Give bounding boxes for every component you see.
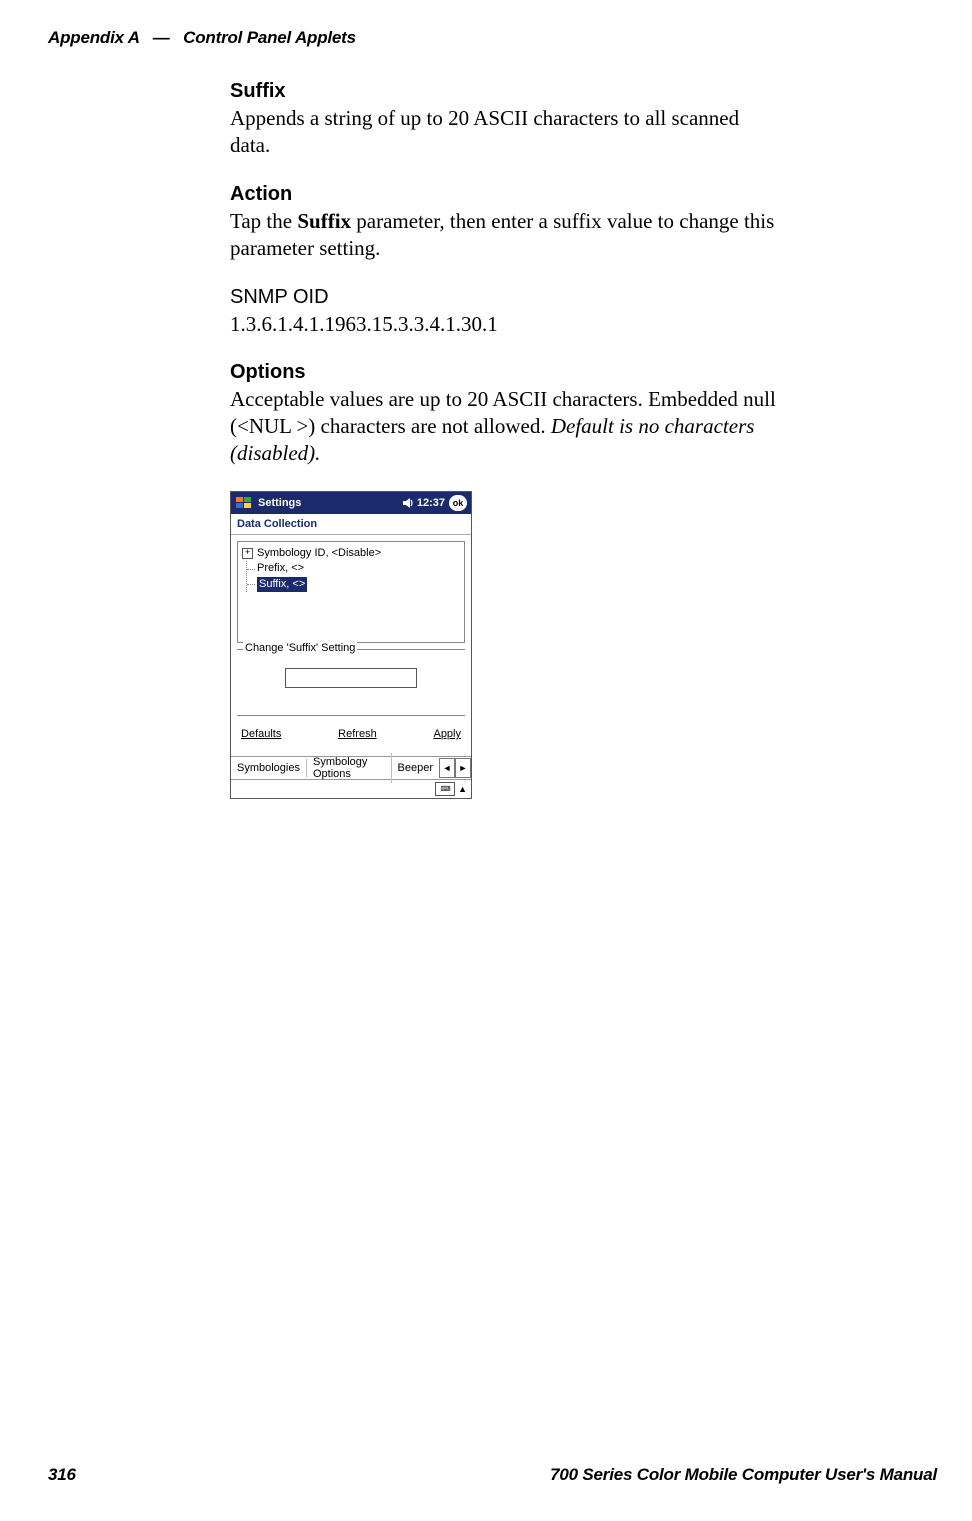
tree-view[interactable]: + Symbology ID, <Disable> Prefix, <> Suf… [237,541,465,643]
ok-button[interactable]: ok [449,495,467,511]
tab-scroll-right[interactable]: ► [455,758,471,778]
suffix-text: Appends a string of up to 20 ASCII chara… [230,105,780,159]
tree-item-label: Prefix, <> [257,561,304,576]
header-title: Control Panel Applets [183,28,356,47]
titlebar-title: Settings [258,497,401,509]
apply-rest: pply [441,728,461,740]
snmp-heading: SNMP OID [230,286,780,309]
app-title: Data Collection [231,514,471,535]
tab-beeper[interactable]: Beeper [392,759,439,777]
tree-item-label-selected: Suffix, <> [257,577,307,592]
page-header: Appendix A — Control Panel Applets [48,28,924,48]
action-text-bold: Suffix [297,209,351,233]
sip-up-icon[interactable]: ▲ [458,784,467,794]
suffix-heading: Suffix [230,80,780,103]
page-number: 316 [48,1465,76,1485]
apply-button[interactable]: Apply [433,728,461,740]
options-text: Acceptable values are up to 20 ASCII cha… [230,386,780,467]
fieldset-legend: Change 'Suffix' Setting [243,642,357,654]
expand-icon[interactable]: + [242,548,253,559]
tree-item-label: Symbology ID, <Disable> [257,546,381,561]
tab-symbology-options[interactable]: Symbology Options [307,753,392,783]
change-suffix-fieldset: Change 'Suffix' Setting [237,649,465,707]
tab-symbologies[interactable]: Symbologies [231,759,307,777]
defaults-rest: efaults [249,728,281,740]
manual-title: 700 Series Color Mobile Computer User's … [550,1465,937,1485]
header-appendix: Appendix A [48,28,139,47]
refresh-button[interactable]: Refresh [338,728,377,740]
content: Suffix Appends a string of up to 20 ASCI… [230,80,780,799]
options-heading: Options [230,361,780,384]
snmp-oid: 1.3.6.1.4.1.1963.15.3.3.4.1.30.1 [230,311,780,338]
tab-scroll-left[interactable]: ◄ [439,758,455,778]
titlebar: Settings 12:37 ok [231,492,471,514]
page-footer: 316 700 Series Color Mobile Computer Use… [48,1465,937,1485]
action-text-pre: Tap the [230,209,297,233]
action-heading: Action [230,183,780,206]
tree-item-suffix[interactable]: Suffix, <> [255,577,460,592]
start-flag-icon[interactable] [235,495,253,511]
defaults-button[interactable]: Defaults [241,728,281,740]
device-screenshot: Settings 12:37 ok Data Collection + Symb… [230,491,472,799]
action-text: Tap the Suffix parameter, then enter a s… [230,208,780,262]
tabs: Symbologies Symbology Options Beeper ◄ ► [231,756,471,779]
tree-item-prefix[interactable]: Prefix, <> [255,561,460,576]
clock[interactable]: 12:37 [417,497,445,509]
keyboard-icon[interactable]: ⌨ [435,782,455,796]
button-row: Defaults Refresh Apply [237,715,465,750]
volume-icon[interactable] [401,496,415,510]
refresh-rest: efresh [346,728,377,740]
header-sep: — [153,28,170,47]
tree-item-symbology-id[interactable]: + Symbology ID, <Disable> [242,546,460,561]
suffix-input[interactable] [285,668,417,688]
